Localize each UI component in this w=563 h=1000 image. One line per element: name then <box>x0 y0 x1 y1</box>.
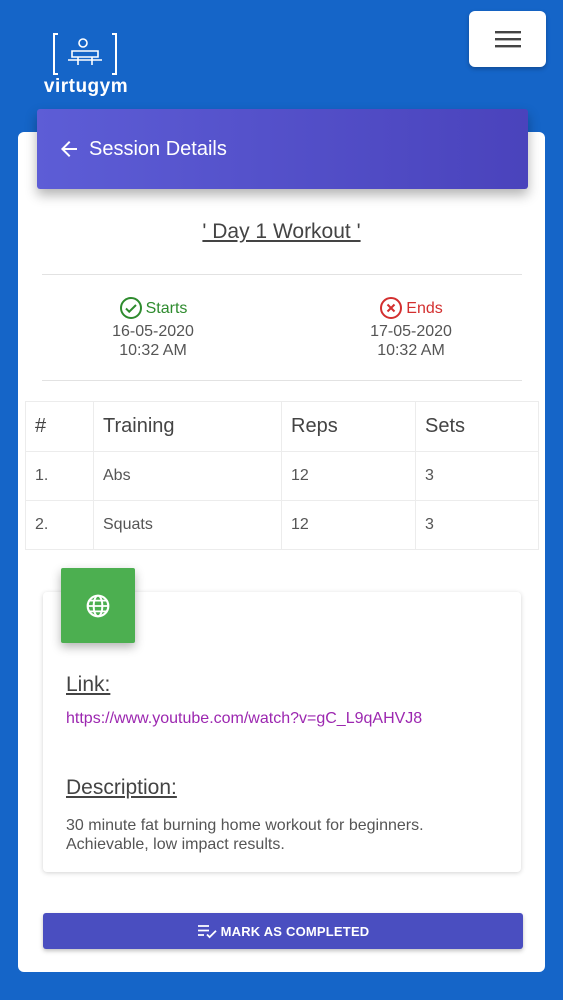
mark-completed-label: MARK AS COMPLETED <box>220 923 370 939</box>
link-label: Link: <box>66 673 111 696</box>
row-training: Abs <box>93 451 282 501</box>
end-date: 17-05-2020 <box>370 323 452 340</box>
end-label: Ends <box>406 299 443 317</box>
table-row: 1. Abs 12 3 <box>25 451 539 501</box>
globe-icon <box>86 594 110 617</box>
start-label: Starts <box>145 299 188 317</box>
column-header-number: # <box>25 401 94 452</box>
table-header-row: # Training Reps Sets <box>25 401 539 452</box>
column-header-training: Training <box>93 401 282 452</box>
mark-completed-button[interactable]: MARK AS COMPLETED <box>43 913 523 949</box>
row-training: Squats <box>93 500 282 550</box>
table-row: 2. Squats 12 3 <box>25 500 539 550</box>
video-link[interactable]: https://www.youtube.com/watch?v=gC_L9qAH… <box>66 710 422 728</box>
hamburger-menu-icon <box>494 31 521 48</box>
start-clock: 10:32 AM <box>119 342 187 359</box>
divider <box>42 274 522 275</box>
virtugym-logo: virtugym <box>38 32 134 100</box>
column-header-reps: Reps <box>281 401 416 452</box>
training-table: # Training Reps Sets 1. Abs 12 3 2. Squa… <box>25 401 539 550</box>
column-header-sets: Sets <box>415 401 539 452</box>
gym-bench-logo-icon <box>53 33 117 75</box>
arrow-back-icon[interactable] <box>57 137 81 161</box>
start-time: Starts 16-05-2020 10:32 AM <box>53 296 253 360</box>
session-header: Session Details <box>37 109 528 189</box>
check-circle-icon <box>119 297 142 319</box>
row-reps: 12 <box>281 500 416 550</box>
playlist-check-icon <box>197 925 217 939</box>
row-number: 2. <box>25 500 94 550</box>
row-sets: 3 <box>415 500 539 550</box>
row-reps: 12 <box>281 451 416 501</box>
divider <box>42 380 522 381</box>
logo-text: virtugym <box>43 76 129 97</box>
description-label: Description: <box>66 776 177 799</box>
end-clock: 10:32 AM <box>377 342 445 359</box>
description-text: 30 minute fat burning home workout for b… <box>66 817 424 853</box>
cancel-circle-icon <box>380 297 403 319</box>
end-time: Ends 17-05-2020 10:32 AM <box>311 296 511 360</box>
row-number: 1. <box>25 451 94 501</box>
menu-button[interactable] <box>469 11 546 67</box>
start-date: 16-05-2020 <box>112 323 194 340</box>
globe-badge <box>61 568 135 643</box>
workout-title: ' Day 1 Workout ' <box>202 220 361 243</box>
row-sets: 3 <box>415 451 539 501</box>
page-title: Session Details <box>89 137 227 160</box>
